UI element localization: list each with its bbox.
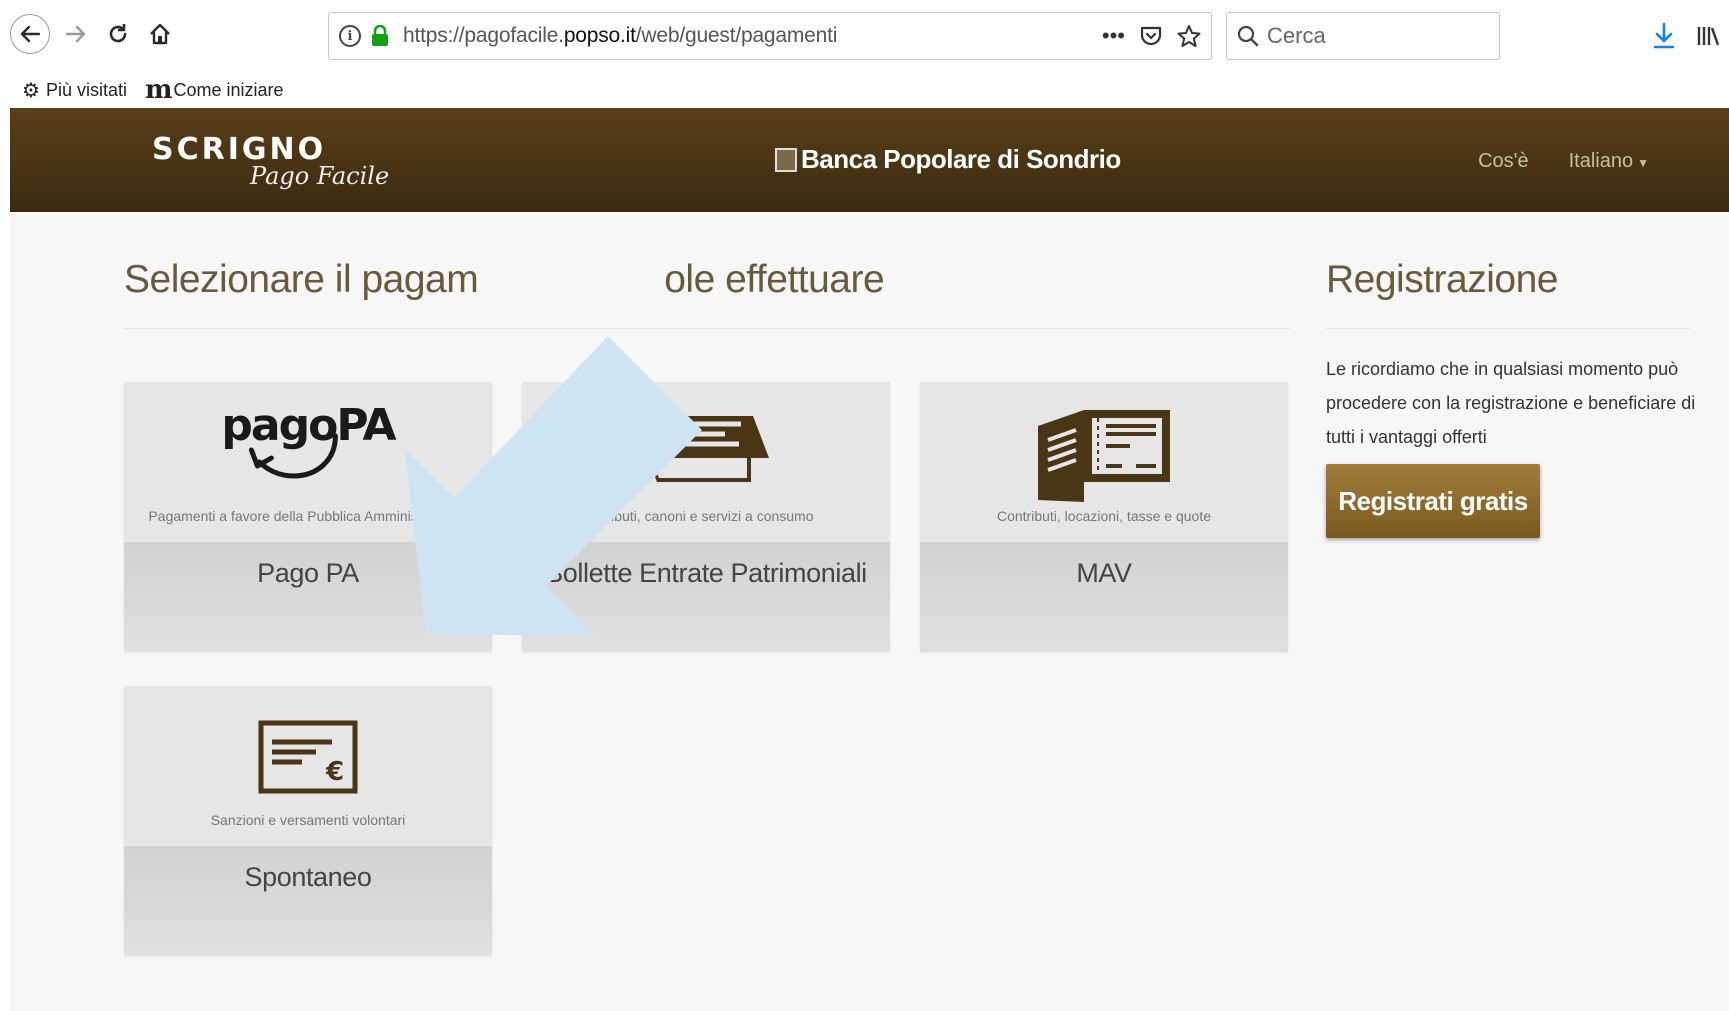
pagopa-icon: pagoPA	[221, 404, 397, 479]
bank-name: Banca Popolare di Sondrio	[775, 144, 1121, 175]
library-icon[interactable]	[1696, 24, 1720, 48]
url-bar[interactable]: i https://pagofacile.popso.it/web/guest/…	[328, 12, 1212, 60]
bookmark-getting-started[interactable]: m Come iniziare	[145, 75, 284, 105]
registration-divider	[1326, 328, 1690, 329]
arrow-right-icon	[65, 25, 86, 43]
site-logo[interactable]: SCRIGNO Pago Facile	[152, 132, 389, 190]
mozilla-icon: m	[144, 75, 172, 105]
card-top: € Sanzioni e versamenti volontari	[124, 686, 492, 846]
header-nav: Cos'è Italiano ▼	[1478, 150, 1649, 173]
card-top: pagoPA Pagamenti a favore della Pubblica…	[124, 382, 492, 542]
main-content: Selezionare il pagam ole effettuare pagoP…	[10, 212, 1729, 1011]
home-button[interactable]	[140, 14, 180, 54]
url-prefix: https://pagofacile.	[403, 24, 564, 47]
card-bottom: Spontaneo	[124, 846, 492, 956]
star-icon[interactable]	[1177, 24, 1201, 48]
card-label: MAV	[1076, 558, 1132, 588]
registration-text: Le ricordiamo che in qualsiasi momento p…	[1326, 359, 1696, 447]
page-actions-button[interactable]: •••	[1102, 21, 1125, 51]
bank-name-text: Banca Popolare di Sondrio	[801, 144, 1121, 174]
register-free-button[interactable]: Registrati gratis	[1326, 464, 1540, 538]
search-input[interactable]	[1267, 23, 1467, 49]
bank-emblem-icon	[775, 147, 797, 172]
card-label: Spontaneo	[244, 862, 372, 892]
card-description: Pagamenti a favore della Pubblica Ammini…	[148, 508, 468, 524]
search-bar[interactable]	[1226, 12, 1500, 60]
gear-icon: ⚙	[22, 79, 40, 102]
home-icon	[150, 23, 170, 45]
card-description: Tributi, canoni e servizi a consumo	[598, 508, 814, 524]
card-label: Pago PA	[257, 558, 359, 588]
card-bottom: MAV	[920, 542, 1288, 652]
booklet-icon	[1036, 406, 1172, 507]
card-label: Bollette Entrate Patrimoniali	[545, 558, 867, 588]
url-actions: •••	[1102, 21, 1201, 51]
language-label: Italiano	[1568, 150, 1634, 172]
card-top: Tributi, canoni e servizi a consumo	[522, 382, 890, 542]
card-top: Contributi, locazioni, tasse e quote	[920, 382, 1288, 542]
title-divider	[124, 328, 1290, 329]
payment-card-pagopa[interactable]: pagoPA Pagamenti a favore della Pubblica…	[124, 382, 492, 652]
forward-button[interactable]	[56, 14, 96, 54]
card-description: Contributi, locazioni, tasse e quote	[996, 508, 1211, 524]
card-bottom: Bollette Entrate Patrimoniali	[522, 542, 890, 652]
site-header: SCRIGNO Pago Facile Banca Popolare di So…	[10, 108, 1729, 212]
lock-icon[interactable]	[371, 24, 389, 47]
payment-card-mav[interactable]: Contributi, locazioni, tasse e quote MAV	[920, 382, 1288, 652]
language-dropdown[interactable]: Italiano ▼	[1569, 150, 1649, 173]
url-path: /web/guest/pagamenti	[635, 24, 838, 47]
section-title: Selezionare il pagam ole effettuare	[124, 258, 885, 302]
section-title-right: ole effettuare	[664, 258, 885, 301]
reload-button[interactable]	[98, 14, 138, 54]
back-button[interactable]	[10, 14, 50, 54]
bookmark-label: Come iniziare	[173, 79, 284, 100]
payment-card-spontaneo[interactable]: € Sanzioni e versamenti volontari Sponta…	[124, 686, 492, 956]
info-icon[interactable]: i	[339, 25, 361, 47]
caret-down-icon: ▼	[1637, 156, 1649, 170]
logo-sub-text: Pago Facile	[250, 162, 390, 190]
svg-text:€: €	[325, 757, 344, 787]
card-bottom: Pago PA	[124, 542, 492, 652]
url-text[interactable]: https://pagofacile.popso.it/web/guest/pa…	[403, 24, 837, 48]
registration-title: Registrazione	[1326, 258, 1558, 301]
card-description: Sanzioni e versamenti volontari	[210, 812, 406, 828]
payment-card-bollette[interactable]: Tributi, canoni e servizi a consumo Boll…	[522, 382, 890, 652]
download-icon[interactable]	[1652, 22, 1676, 50]
reload-icon	[109, 24, 127, 43]
url-host: popso.it	[563, 24, 636, 47]
pocket-icon[interactable]	[1139, 24, 1163, 48]
bookmarks-bar: ⚙ Più visitati m Come iniziare	[0, 72, 1729, 108]
bookmark-label: Più visitati	[45, 79, 127, 100]
search-icon	[1237, 25, 1259, 47]
section-title-left: Selezionare il pagam	[124, 258, 479, 301]
euro-slip-icon: €	[258, 720, 358, 799]
arrow-left-icon	[20, 25, 41, 43]
nav-about-link[interactable]: Cos'è	[1478, 150, 1529, 173]
browser-toolbar: i https://pagofacile.popso.it/web/guest/…	[0, 0, 1729, 72]
bills-icon	[639, 412, 773, 491]
bookmark-most-visited[interactable]: ⚙ Più visitati	[22, 78, 127, 103]
